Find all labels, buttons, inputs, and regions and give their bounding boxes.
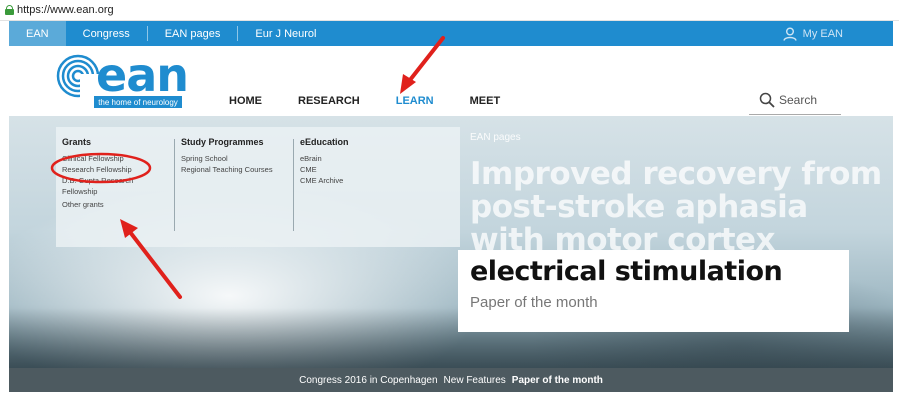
footer-link-congress[interactable]: Congress 2016 in Copenhagen [299, 375, 437, 386]
brain-logo-icon [56, 54, 100, 98]
hero-subtitle: Paper of the month [470, 294, 598, 311]
footer-link-new-features[interactable]: New Features [444, 375, 506, 386]
menu-link-regional-teaching[interactable]: Regional Teaching Courses [181, 164, 276, 175]
my-ean-link[interactable]: My EAN [782, 21, 843, 46]
user-icon [782, 27, 797, 41]
menu-link-ebrain[interactable]: eBrain [300, 153, 395, 164]
menu-link-other-grants[interactable]: Other grants [62, 199, 157, 210]
nav-learn[interactable]: LEARN [396, 95, 434, 107]
url-text[interactable]: https://www.ean.org [17, 4, 114, 16]
my-ean-label: My EAN [802, 27, 843, 40]
menu-link-spring-school[interactable]: Spring School [181, 153, 276, 164]
logo-tagline: the home of neurology [94, 96, 182, 108]
search-label: Search [779, 93, 818, 107]
nav-meet[interactable]: MEET [470, 95, 501, 107]
menu-heading-grants: Grants [62, 137, 92, 147]
search-underline [749, 114, 841, 115]
ean-logo[interactable]: ean the home of neurology [56, 48, 189, 110]
tab-ean[interactable]: EAN [9, 21, 66, 46]
site-header: ean the home of neurology HOME RESEARCH … [9, 46, 893, 116]
menu-link-db-gupta-fellowship[interactable]: D.B. Gupta Research Fellowship [62, 175, 157, 197]
menu-heading-study-programmes: Study Programmes [181, 137, 264, 147]
menu-column-study-programmes: Study Programmes Spring School Regional … [181, 137, 276, 175]
learn-dropdown-menu: Grants Clinical Fellowship Research Fell… [56, 127, 460, 247]
nav-research[interactable]: RESEARCH [298, 95, 360, 107]
tab-eur-j-neurol[interactable]: Eur J Neurol [238, 21, 333, 46]
nav-home[interactable]: HOME [229, 95, 262, 107]
tab-ean-pages[interactable]: EAN pages [148, 21, 238, 46]
search-icon [759, 92, 775, 108]
lock-icon [5, 5, 14, 15]
menu-divider [174, 139, 175, 231]
tab-congress[interactable]: Congress [66, 21, 147, 46]
menu-divider [293, 139, 294, 231]
menu-link-research-fellowship[interactable]: Research Fellowship [62, 164, 157, 175]
top-bar: EAN Congress EAN pages Eur J Neurol My E… [9, 21, 893, 46]
menu-heading-eeducation: eEducation [300, 137, 349, 147]
menu-link-cme-archive[interactable]: CME Archive [300, 175, 395, 186]
news-strip: Congress 2016 in Copenhagen New Features… [9, 368, 893, 392]
menu-link-clinical-fellowship[interactable]: Clinical Fellowship [62, 153, 157, 164]
hero-headline: Improved recovery from post-stroke aphas… [470, 156, 882, 258]
footer-link-paper-of-month[interactable]: Paper of the month [512, 375, 603, 386]
search-box[interactable]: Search [759, 92, 817, 108]
logo-wordmark: ean [96, 48, 189, 102]
menu-link-cme[interactable]: CME [300, 164, 395, 175]
menu-column-eeducation: eEducation eBrain CME CME Archive [300, 137, 395, 186]
main-nav: HOME RESEARCH LEARN MEET [229, 95, 536, 107]
hero-headline-bold: electrical stimulation [470, 256, 783, 287]
menu-column-grants: Grants Clinical Fellowship Research Fell… [62, 137, 157, 210]
address-bar[interactable]: https://www.ean.org [0, 0, 899, 21]
hero-page-label: EAN pages [470, 132, 521, 143]
